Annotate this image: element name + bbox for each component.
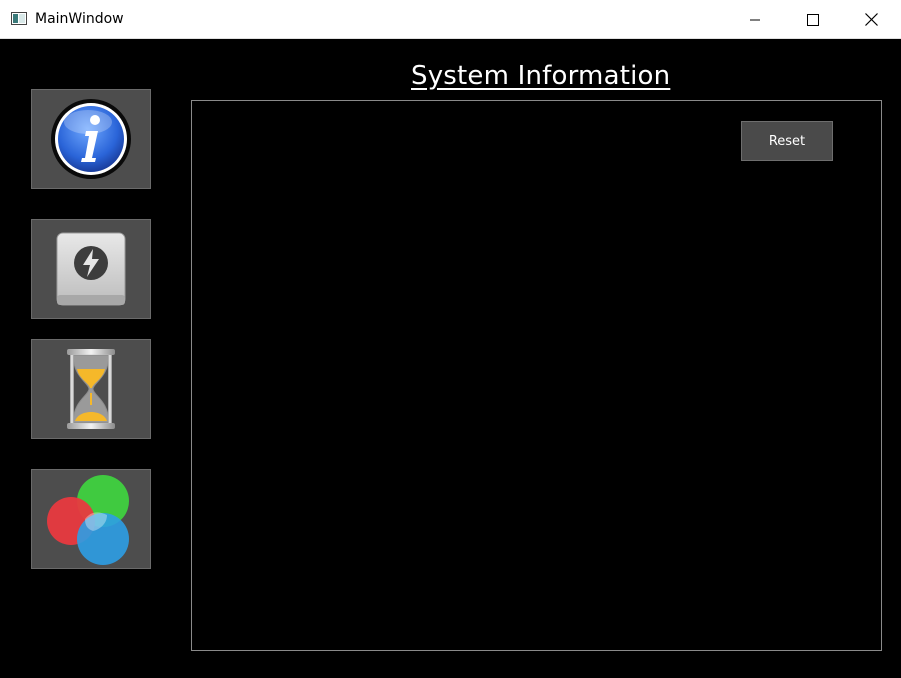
page-title: System Information [411,61,671,91]
reset-button[interactable]: Reset [741,121,833,161]
title-bar: MainWindow [0,0,901,39]
window-title: MainWindow [35,11,124,27]
app-icon [11,12,27,25]
minimize-button[interactable] [726,0,784,39]
drive-button[interactable] [31,219,151,319]
maximize-button[interactable] [784,0,842,39]
info-button[interactable] [31,89,151,189]
drive-icon [56,232,126,306]
hourglass-icon [67,349,115,429]
maximize-icon [807,13,819,26]
info-icon [51,99,131,179]
content-panel [191,100,882,651]
hourglass-button[interactable] [31,339,151,439]
main-window-content: System Information Reset [0,39,901,678]
close-button[interactable] [842,0,900,39]
close-icon [864,13,878,26]
minimize-icon [750,19,760,20]
color-button[interactable] [31,469,151,569]
color-circles-icon [47,475,129,565]
